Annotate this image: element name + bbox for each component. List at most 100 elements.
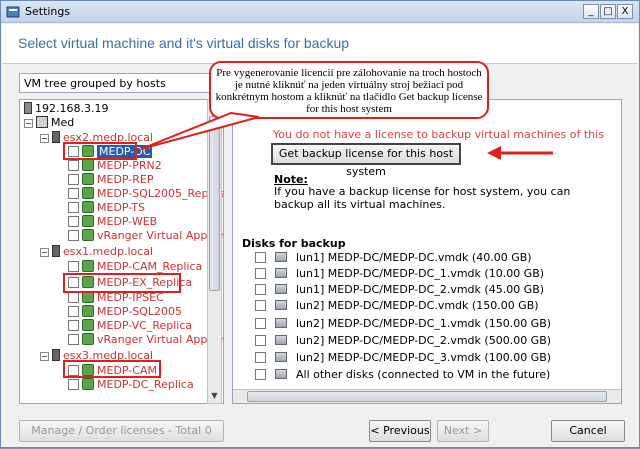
tree-grouping-value: VM tree grouped by hosts [24, 77, 166, 90]
tree-vm[interactable]: MEDP-VC_Replica [68, 319, 192, 333]
minimize-button[interactable]: _ [583, 4, 599, 19]
disk-item[interactable]: lun2] MEDP-DC/MEDP-DC_1.vmdk (150.00 GB) [255, 316, 551, 332]
tree-host-esx1[interactable]: − esx1.medp.local [40, 245, 153, 259]
vm-checkbox[interactable] [68, 334, 79, 345]
disk-hscrollbar[interactable] [233, 389, 621, 403]
disk-label: All other disks (connected to VM in the … [296, 368, 551, 381]
disk-item[interactable]: lun1] MEDP-DC/MEDP-DC_1.vmdk (10.00 GB) [255, 266, 544, 282]
vm-label: MEDP-REP [97, 173, 154, 186]
tree-vm[interactable]: MEDP-SQL2005 [68, 305, 182, 319]
disk-item[interactable]: lun2] MEDP-DC/MEDP-DC_3.vmdk (100.00 GB) [255, 350, 551, 366]
tree-root-label: 192.168.3.19 [35, 102, 109, 115]
vm-icon [82, 201, 94, 213]
tree-datacenter[interactable]: − Med [24, 116, 74, 130]
vm-label: MEDP-WEB [97, 215, 158, 228]
maximize-button[interactable]: □ [600, 4, 616, 19]
tree-grouping-select[interactable]: VM tree grouped by hosts [19, 73, 234, 93]
highlight-box [63, 273, 181, 293]
disk-checkbox[interactable] [255, 300, 266, 311]
vm-checkbox[interactable] [68, 292, 79, 303]
vm-label: vRanger Virtual Appliance [97, 333, 223, 346]
disk-checkbox[interactable] [255, 369, 266, 380]
tree-vm[interactable]: MEDP-REP [68, 173, 154, 187]
disk-icon [275, 318, 287, 328]
collapse-icon[interactable]: − [24, 119, 33, 128]
vm-icon [82, 159, 94, 171]
disk-icon [275, 335, 287, 345]
highlight-box [63, 142, 137, 160]
vm-icon [82, 229, 94, 241]
close-button[interactable]: X [617, 4, 633, 19]
vm-checkbox[interactable] [68, 306, 79, 317]
disk-checkbox[interactable] [255, 252, 266, 263]
tree-vm[interactable]: vRanger Virtual Appliance [68, 229, 223, 243]
vm-label: MEDP-SQL2005 [97, 305, 183, 318]
disk-checkbox[interactable] [255, 284, 266, 295]
settings-app-icon [6, 6, 20, 18]
manage-licenses-button[interactable]: Manage / Order licenses - Total 0 [19, 420, 224, 442]
disk-item[interactable]: lun2] MEDP-DC/MEDP-DC_2.vmdk (500.00 GB) [255, 333, 551, 349]
collapse-icon[interactable]: − [40, 352, 49, 361]
disk-label: lun2] MEDP-DC/MEDP-DC_3.vmdk (100.00 GB) [296, 351, 552, 364]
vm-checkbox[interactable] [68, 230, 79, 241]
disk-icon [275, 252, 287, 262]
vm-checkbox[interactable] [68, 202, 79, 213]
get-backup-license-button[interactable]: Get backup license for this host system [271, 143, 461, 178]
previous-button[interactable]: < Previous [369, 420, 431, 442]
disks-title: Disks for backup [242, 237, 346, 250]
tree-root[interactable]: 192.168.3.19 [24, 102, 108, 116]
instruction-callout: Pre vygenerovanie licencií pre zálohovan… [209, 61, 489, 119]
tree-vm[interactable]: vRanger Virtual Appliance [68, 333, 223, 347]
window-title: Settings [25, 5, 71, 18]
vm-checkbox[interactable] [68, 160, 79, 171]
tree-vm[interactable]: MEDP-TS [68, 201, 145, 215]
vm-label: vRanger Virtual Appliance [97, 229, 223, 242]
tree-vm[interactable]: MEDP-IPSEC [68, 291, 164, 305]
cancel-button[interactable]: Cancel [551, 420, 625, 442]
vm-icon [82, 187, 94, 199]
datacenter-icon [36, 116, 48, 128]
disk-item[interactable]: lun2] MEDP-DC/MEDP-DC.vmdk (150.00 GB) [255, 298, 539, 314]
vm-checkbox[interactable] [68, 379, 79, 390]
disk-icon [275, 268, 287, 278]
scroll-down-icon[interactable]: ▼ [209, 389, 220, 402]
server-icon [24, 102, 32, 114]
host-icon [52, 131, 60, 143]
vm-label: MEDP-VC_Replica [97, 319, 193, 332]
tree-vm[interactable]: MEDP-WEB [68, 215, 157, 229]
disk-icon [275, 284, 287, 294]
host-icon [52, 349, 60, 361]
collapse-icon[interactable]: − [40, 248, 49, 257]
tree-vm[interactable]: MEDP-DC_Replica [68, 378, 194, 392]
scroll-thumb[interactable] [247, 391, 607, 402]
vm-checkbox[interactable] [68, 174, 79, 185]
vm-checkbox[interactable] [68, 261, 79, 272]
page-title: Select virtual machine and it's virtual … [18, 35, 350, 51]
disk-label: lun1] MEDP-DC/MEDP-DC_2.vmdk (45.00 GB) [296, 283, 545, 296]
disk-label: lun1] MEDP-DC/MEDP-DC.vmdk (40.00 GB) [296, 251, 532, 264]
vm-icon [82, 173, 94, 185]
license-disk-panel: You do not have a license to backup virt… [232, 99, 622, 404]
scroll-thumb[interactable] [209, 116, 220, 291]
settings-window: Settings _ □ X Select virtual machine an… [0, 0, 640, 448]
disk-item[interactable]: lun1] MEDP-DC/MEDP-DC.vmdk (40.00 GB) [255, 250, 532, 266]
tree-datacenter-label: Med [51, 116, 75, 129]
disk-item[interactable]: All other disks (connected to VM in the … [255, 367, 550, 383]
vm-checkbox[interactable] [68, 216, 79, 227]
vm-checkbox[interactable] [68, 188, 79, 199]
tree-vm[interactable]: MEDP-SQL2005_Replica [68, 187, 223, 201]
vm-icon [82, 260, 94, 272]
collapse-icon[interactable]: − [40, 134, 49, 143]
next-button[interactable]: Next > [437, 420, 489, 442]
disk-checkbox[interactable] [255, 318, 266, 329]
tree-vm[interactable]: MEDP-PRN2 [68, 159, 162, 173]
disk-item[interactable]: lun1] MEDP-DC/MEDP-DC_2.vmdk (45.00 GB) [255, 282, 544, 298]
disk-label: lun2] MEDP-DC/MEDP-DC_2.vmdk (500.00 GB) [296, 334, 552, 347]
tree-vm[interactable]: MEDP-CAM_Replica [68, 260, 202, 274]
vm-label: MEDP-PRN2 [97, 159, 162, 172]
disk-checkbox[interactable] [255, 352, 266, 363]
vm-checkbox[interactable] [68, 320, 79, 331]
disk-checkbox[interactable] [255, 335, 266, 346]
tree-scrollbar[interactable]: ▲ ▼ [207, 99, 222, 404]
disk-checkbox[interactable] [255, 268, 266, 279]
